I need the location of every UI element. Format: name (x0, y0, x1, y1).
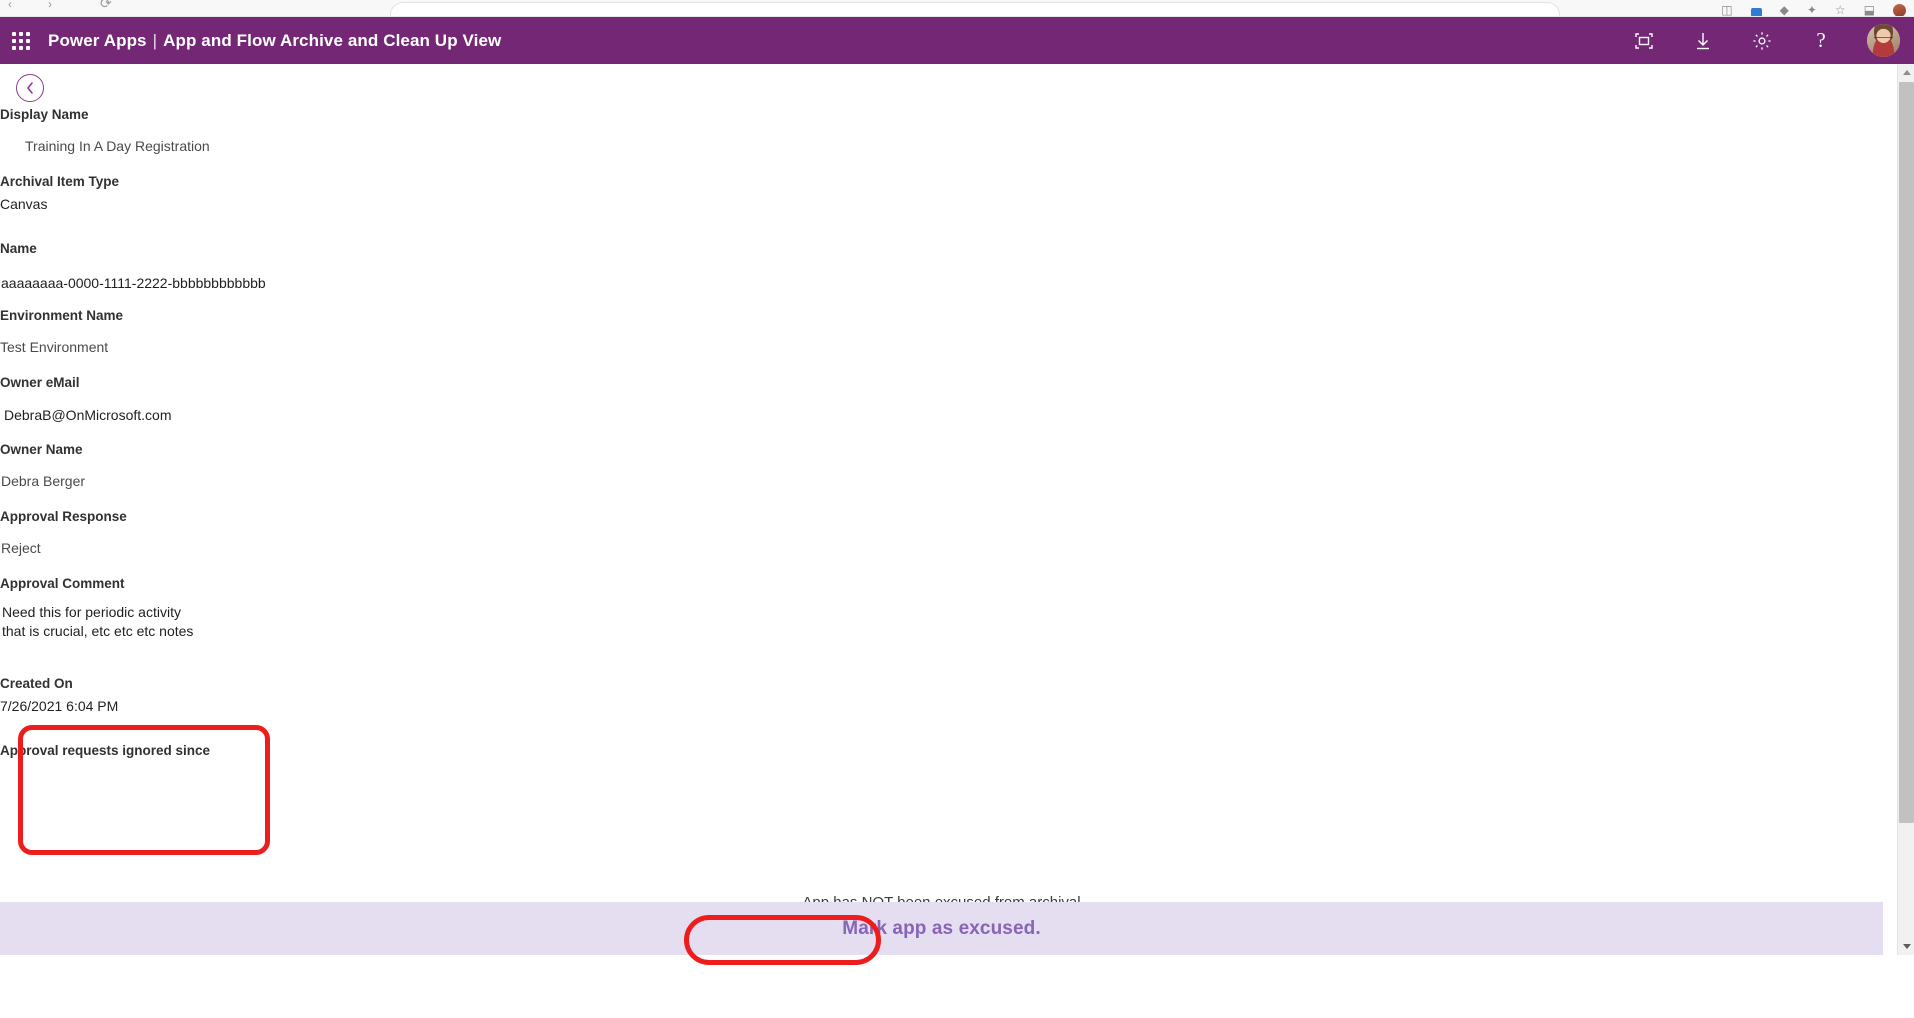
browser-cast-icon[interactable]: ⬓ (1864, 3, 1875, 16)
field-label: Owner Name (0, 442, 83, 457)
app-launcher-icon[interactable] (10, 30, 32, 52)
browser-address-bar[interactable] (390, 2, 1560, 16)
field-value[interactable]: DebraB@OnMicrosoft.com (4, 406, 480, 425)
browser-extension-blue-icon[interactable] (1750, 8, 1762, 16)
browser-back-icon[interactable]: ‹ (8, 0, 12, 13)
action-bar: Mark app as excused. (0, 902, 1883, 955)
field-display-name: Display Name Training In A Day Registrat… (0, 106, 480, 156)
field-owner-name: Owner Name Debra Berger (0, 441, 480, 491)
header-actions: ? (1631, 24, 1914, 57)
back-button[interactable] (16, 74, 44, 102)
avatar[interactable] (1867, 24, 1900, 57)
field-archival-item-type: Archival Item Type Canvas (0, 173, 480, 214)
field-value[interactable]: Canvas (0, 195, 480, 214)
field-label: Display Name (0, 107, 89, 122)
field-label: Name (0, 241, 37, 256)
scroll-up-arrow-icon[interactable] (1898, 64, 1914, 81)
field-label: Archival Item Type (0, 174, 120, 189)
field-approval-response: Approval Response Reject (0, 508, 480, 558)
app-canvas: Display Name Training In A Day Registrat… (0, 64, 1914, 1018)
field-value[interactable]: Training In A Day Registration (22, 137, 480, 156)
browser-forward-icon[interactable]: › (48, 0, 52, 13)
avatar-glasses (1874, 37, 1893, 42)
brand-title[interactable]: Power Apps | App and Flow Archive and Clea… (48, 31, 501, 51)
field-value[interactable]: aaaaaaaa-0000-1111-2222-bbbbbbbbbbbb (1, 274, 480, 293)
field-value[interactable]: Reject (1, 539, 480, 558)
browser-profile-avatar[interactable] (1893, 4, 1906, 16)
scrollbar-thumb[interactable] (1899, 82, 1914, 823)
download-icon[interactable] (1690, 28, 1716, 54)
field-name: Name aaaaaaaa-0000-1111-2222-bbbbbbbbbbb… (0, 240, 480, 293)
browser-extension-2-icon[interactable]: ◆ (1780, 3, 1789, 16)
browser-extension-3-icon[interactable]: ✦ (1807, 3, 1817, 16)
field-label: Approval Response (0, 509, 127, 524)
app-header: Power Apps | App and Flow Archive and Clea… (0, 17, 1914, 64)
field-value[interactable]: 7/26/2021 6:04 PM (0, 697, 480, 716)
browser-reload-icon[interactable]: ⟳ (100, 0, 112, 12)
field-label: Environment Name (0, 308, 124, 323)
field-owner-email: Owner eMail DebraB@OnMicrosoft.com (0, 374, 480, 425)
field-environment-name: Environment Name Test Environment (0, 307, 480, 357)
fit-to-screen-icon[interactable] (1631, 28, 1657, 54)
field-created-on: Created On 7/26/2021 6:04 PM (0, 675, 480, 716)
mark-app-as-excused-button[interactable]: Mark app as excused. (842, 918, 1040, 940)
field-value[interactable]: Test Environment (0, 338, 480, 357)
field-label: Owner eMail (0, 375, 80, 390)
settings-gear-icon[interactable] (1749, 28, 1775, 54)
browser-extensions-area: ◫ ◆ ✦ ☆ ⬓ (1721, 0, 1906, 16)
browser-extension-icon[interactable]: ◫ (1721, 3, 1732, 16)
help-icon[interactable]: ? (1808, 28, 1834, 54)
browser-chrome: ‹ › ⟳ ◫ ◆ ✦ ☆ ⬓ (0, 0, 1914, 17)
brand-name: Power Apps (48, 30, 147, 50)
app-title: App and Flow Archive and Clean Up View (163, 30, 502, 50)
field-label: Approval Comment (0, 576, 125, 591)
browser-bookmark-icon[interactable]: ☆ (1835, 3, 1846, 16)
field-value[interactable]: Need this for periodic activity that is … (2, 603, 200, 641)
field-value[interactable]: Debra Berger (1, 472, 480, 491)
vertical-scrollbar[interactable] (1897, 64, 1914, 955)
brand-separator: | (152, 30, 158, 50)
field-approval-requests-ignored-since: Approval requests ignored since (0, 742, 480, 764)
field-label: Approval requests ignored since (0, 743, 211, 758)
field-label: Created On (0, 676, 73, 691)
scroll-down-arrow-icon[interactable] (1898, 938, 1914, 955)
field-approval-comment: Approval Comment Need this for periodic … (0, 575, 230, 641)
